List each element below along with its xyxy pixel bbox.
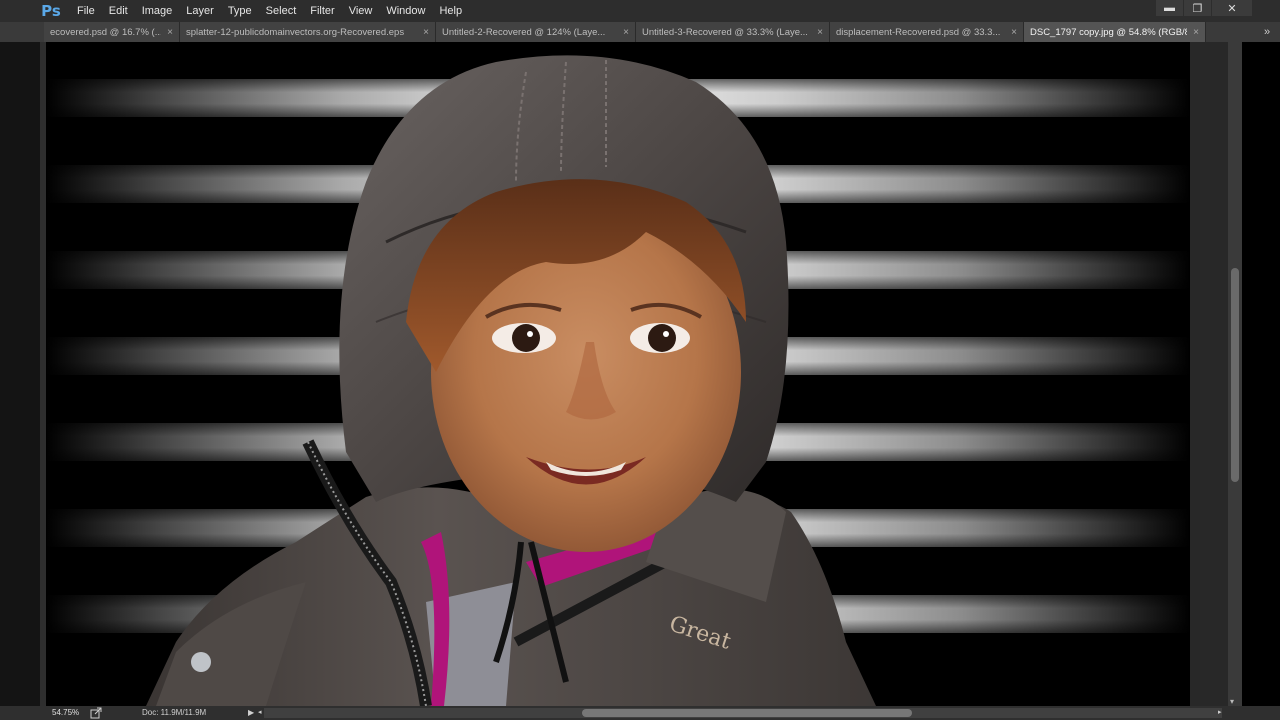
scroll-down-icon[interactable]: ▾ — [1230, 697, 1234, 706]
menu-image[interactable]: Image — [135, 0, 180, 22]
document-tab[interactable]: ecovered.psd @ 16.7% (... × — [44, 22, 180, 42]
vertical-scroll-thumb[interactable] — [1231, 268, 1239, 482]
scroll-left-icon[interactable]: ◂ — [258, 706, 262, 720]
menu-help[interactable]: Help — [432, 0, 469, 22]
left-eye — [512, 324, 540, 352]
zoom-level-field[interactable]: 54.75% — [46, 706, 88, 720]
horizontal-scrollbar[interactable] — [264, 708, 1222, 718]
right-eye — [648, 324, 676, 352]
document-tab[interactable]: DSC_1797 copy.jpg @ 54.8% (RGB/8) × — [1024, 22, 1206, 42]
workspace: Great ▾ — [0, 42, 1280, 706]
jacket-snap-button — [191, 652, 211, 672]
tab-label: displacement-Recovered.psd @ 33.3... — [836, 26, 1001, 38]
minimize-button[interactable]: ▬ — [1156, 0, 1183, 16]
menu-layer[interactable]: Layer — [179, 0, 221, 22]
document-tab-bar: ecovered.psd @ 16.7% (... × splatter-12-pu… — [0, 22, 1280, 42]
tab-label: splatter-12-publicdomainvectors.org-Reco… — [186, 26, 405, 38]
menu-file[interactable]: File — [70, 0, 102, 22]
restore-button[interactable]: ❐ — [1184, 0, 1211, 16]
left-panel-edge — [0, 42, 40, 706]
tab-close-icon[interactable]: × — [1011, 27, 1017, 38]
menu-edit[interactable]: Edit — [102, 0, 135, 22]
photoshop-logo[interactable]: Ps — [40, 0, 62, 22]
menu-type[interactable]: Type — [221, 0, 259, 22]
tab-label: Untitled-3-Recovered @ 33.3% (Laye... — [642, 26, 808, 38]
tab-overflow-icon[interactable]: » — [1258, 22, 1276, 42]
tab-close-icon[interactable]: × — [167, 27, 173, 38]
vertical-scrollbar[interactable]: ▾ — [1228, 42, 1242, 706]
pasteboard-right — [1190, 42, 1228, 706]
status-menu-arrow-icon[interactable]: ▶ — [248, 706, 254, 720]
horizontal-scroll-thumb[interactable] — [582, 709, 912, 717]
tab-label: Untitled-2-Recovered @ 124% (Laye... — [442, 26, 606, 38]
status-bar: 54.75% Doc: 11.9M/11.9M ▶ ◂ ▸ — [0, 706, 1280, 720]
right-panel-edge — [1242, 42, 1280, 706]
document-tab[interactable]: splatter-12-publicdomainvectors.org-Reco… — [180, 22, 436, 42]
tab-close-icon[interactable]: × — [1193, 27, 1199, 38]
tab-close-icon[interactable]: × — [423, 27, 429, 38]
document-tabs: ecovered.psd @ 16.7% (... × splatter-12-pu… — [0, 22, 1206, 42]
child-photo: Great — [146, 55, 876, 706]
document-tab[interactable]: Untitled-2-Recovered @ 124% (Laye... × — [436, 22, 636, 42]
menu-view[interactable]: View — [342, 0, 380, 22]
menu-bar: Ps File Edit Image Layer Type Select Filter Vie… — [0, 0, 1280, 22]
tab-label: ecovered.psd @ 16.7% (... — [50, 26, 162, 38]
menu-filter[interactable]: Filter — [303, 0, 341, 22]
close-window-button[interactable]: ✕ — [1212, 0, 1252, 16]
document-size-info: Doc: 11.9M/11.9M — [142, 708, 207, 717]
menu-select[interactable]: Select — [259, 0, 304, 22]
menu-window[interactable]: Window — [379, 0, 432, 22]
tab-label: DSC_1797 copy.jpg @ 54.8% (RGB/8) — [1030, 26, 1188, 38]
window-controls: ▬ ❐ ✕ — [1155, 0, 1252, 16]
scroll-right-icon[interactable]: ▸ — [1218, 706, 1222, 720]
document-canvas[interactable]: Great — [46, 42, 1190, 706]
export-icon[interactable] — [90, 707, 102, 719]
tab-close-icon[interactable]: × — [623, 27, 629, 38]
document-tab[interactable]: displacement-Recovered.psd @ 33.3... × — [830, 22, 1024, 42]
document-tab[interactable]: Untitled-3-Recovered @ 33.3% (Laye... × — [636, 22, 830, 42]
tab-close-icon[interactable]: × — [817, 27, 823, 38]
menu-items: File Edit Image Layer Type Select Filter View Wi… — [70, 0, 469, 22]
